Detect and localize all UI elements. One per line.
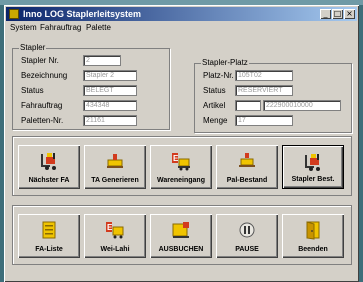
bezeichnung-field[interactable]: Stapler 2 [83,70,137,81]
ausbuchen-button[interactable]: AUSBUCHEN [150,214,212,258]
stapler-nr-label: Stapler Nr. [21,56,59,65]
beenden-label: Beenden [298,246,328,253]
menu-fahrauftrag[interactable]: Fahrauftrag [40,22,81,34]
platz-status-field[interactable]: RESERVIERT [235,85,293,96]
paletten-nr-field[interactable]: 21161 [83,115,137,126]
pal-bestand-label: Pal-Bestand [226,177,268,184]
menu-palette[interactable]: Palette [86,22,111,34]
pallet-icon [107,154,123,168]
platz-nr-label: Platz-Nr. [203,71,234,80]
minimize-button[interactable]: _ [320,9,331,19]
maximize-button[interactable]: □ [332,9,343,19]
ausbuchen-label: AUSBUCHEN [158,246,204,253]
stapler-best-button[interactable]: Stapler Best. [282,145,344,189]
window-title: Inno LOG Staplerleitsystem [23,9,142,19]
goods-receipt-icon: E [172,153,190,171]
list-icon [42,221,56,239]
pause-button[interactable]: PAUSE [216,214,278,258]
artikel-field-1[interactable] [235,100,261,111]
ta-generieren-label: TA Generieren [91,177,139,184]
title-bar: Inno LOG Staplerleitsystem _ □ × [6,7,357,21]
artikel-field-2[interactable]: 222900010000 [263,100,341,111]
menge-label: Menge [203,116,228,125]
status-field[interactable]: BELEGT [83,85,137,96]
menge-field[interactable]: 17 [235,115,293,126]
fahrauftrag-label: Fahrauftrag [21,101,63,110]
fahrauftrag-field[interactable]: 434348 [83,100,137,111]
button-panel-bottom: FA-Liste E Wei-Lahi AUSBUCHEN PAUSE Been… [12,205,352,265]
menu-system[interactable]: System [10,22,37,34]
platz-status-label: Status [203,86,226,95]
pal-bestand-button[interactable]: Pal-Bestand [216,145,278,189]
menu-bar: System Fahrauftrag Palette [6,22,357,34]
button-panel-top: Nächster FA TA Generieren E Wareneingang… [12,136,352,196]
wei-lahi-button[interactable]: E Wei-Lahi [84,214,146,258]
pause-icon [239,222,255,238]
checkout-icon [172,222,189,238]
exit-door-icon [306,221,320,240]
svg-text:E: E [173,154,179,163]
artikel-label: Artikel [203,101,226,110]
app-icon [9,9,19,19]
app-window: Inno LOG Staplerleitsystem _ □ × System … [4,5,359,282]
status-label: Status [21,86,44,95]
stapler-platz-group: Stapler-Platz Platz-Nr. 105T02 Status RE… [194,58,352,133]
naechster-fa-button[interactable]: Nächster FA [18,145,80,189]
bezeichnung-label: Bezeichnung [21,71,68,80]
forklift-icon [41,153,56,170]
wareneingang-label: Wareneingang [157,177,205,184]
stapler-group-label: Stapler [19,43,47,53]
pallet-stock-icon [239,153,255,167]
stapler-group: Stapler Stapler Nr. 2 Bezeichnung Staple… [12,43,170,130]
platz-nr-field[interactable]: 105T02 [235,70,293,81]
naechster-fa-label: Nächster FA [28,177,70,184]
svg-text:E: E [107,223,113,232]
close-button[interactable]: × [344,9,355,19]
stapler-best-label: Stapler Best. [291,176,335,183]
ta-generieren-button[interactable]: TA Generieren [84,145,146,189]
paletten-nr-label: Paletten-Nr. [21,116,64,125]
beenden-button[interactable]: Beenden [282,214,344,258]
stapler-nr-field[interactable]: 2 [83,55,121,66]
wareneingang-button[interactable]: E Wareneingang [150,145,212,189]
pause-label: PAUSE [235,246,259,253]
fa-liste-label: FA-Liste [35,246,63,253]
fa-liste-button[interactable]: FA-Liste [18,214,80,258]
truck-icon: E [106,222,124,239]
stapler-platz-group-label: Stapler-Platz [201,58,249,68]
forklift-icon [305,154,320,171]
wei-lahi-label: Wei-Lahi [100,246,130,253]
